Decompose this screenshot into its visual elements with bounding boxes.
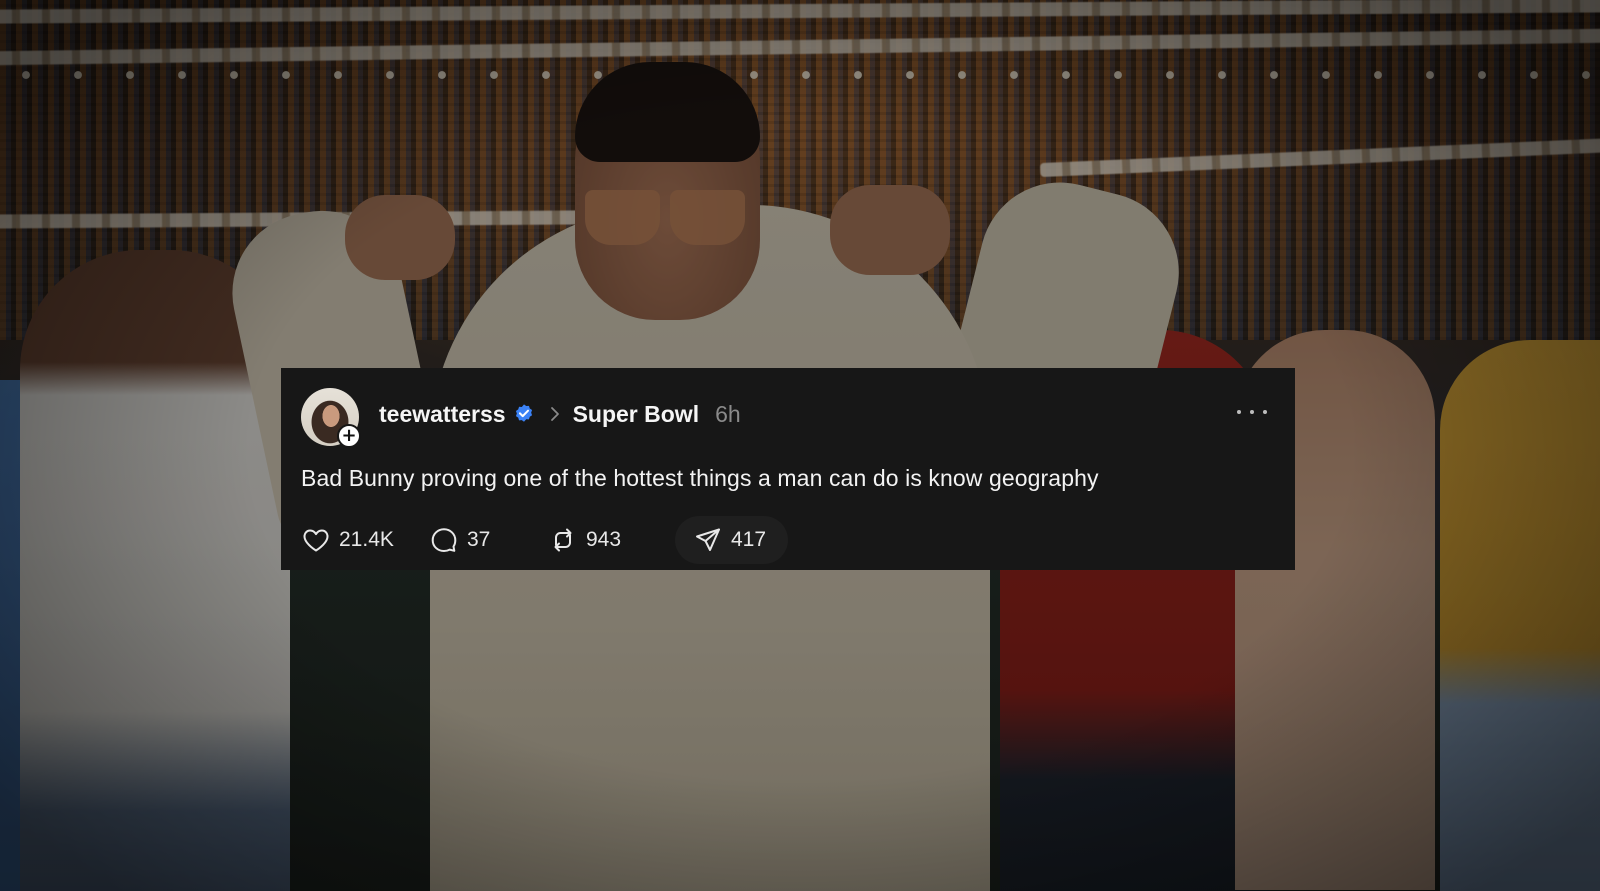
like-button[interactable]: 21.4K [301,516,443,564]
follow-plus-icon[interactable]: + [337,424,361,448]
repost-count: 943 [586,528,622,551]
chevron-right-icon [550,407,559,421]
post-actions: 21.4K 37 943 417 [301,516,789,564]
heart-icon [303,529,329,552]
verified-badge-icon [515,404,532,422]
post-timestamp: 6h [715,400,741,427]
more-options-icon[interactable] [1237,398,1267,426]
send-icon [696,528,720,551]
post-text: Bad Bunny proving one of the hottest thi… [301,465,1099,491]
reply-button[interactable]: 37 [429,516,544,564]
avatar[interactable]: + [301,388,361,448]
repost-button[interactable]: 943 [548,516,663,564]
share-button[interactable]: 417 [675,516,789,564]
comment-icon [431,528,457,552]
repost-icon [554,528,572,552]
share-count: 417 [731,528,767,551]
post-header: teewatterss Super Bowl 6h [379,399,741,429]
screenshot-stage: + teewatterss Super Bowl 6h Bad Bunny pr… [0,0,1600,891]
post-card: + teewatterss Super Bowl 6h Bad Bunny pr… [281,368,1295,570]
username-link[interactable]: teewatterss [379,401,506,428]
reply-count: 37 [467,528,491,551]
like-count: 21.4K [339,528,394,551]
community-link[interactable]: Super Bowl [573,401,700,428]
